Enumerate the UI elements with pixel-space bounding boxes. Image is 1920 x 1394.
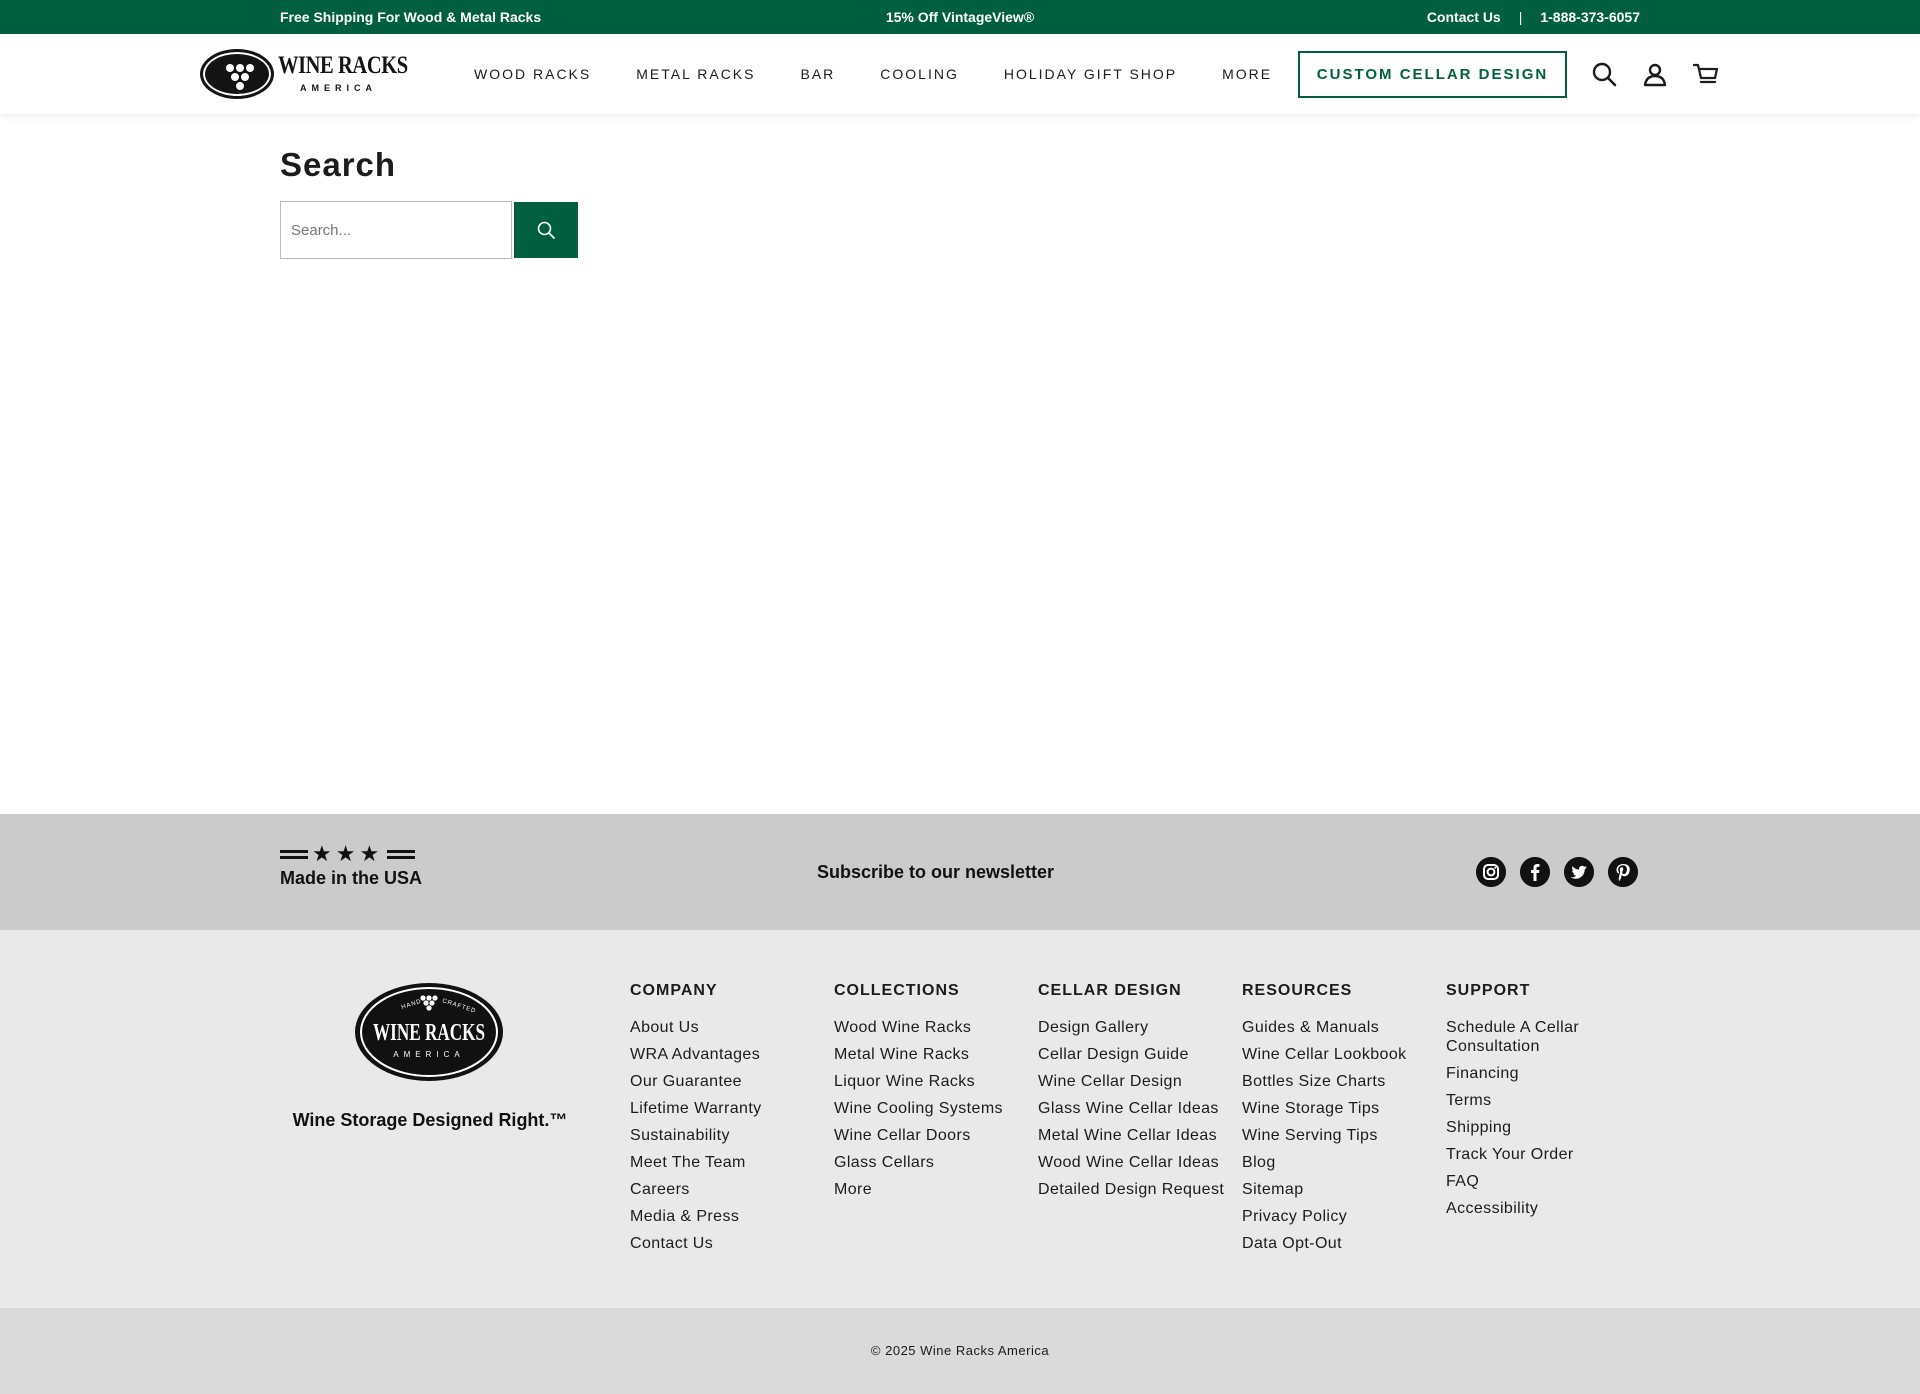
footer-link-financing[interactable]: Financing (1446, 1064, 1646, 1083)
page-title: Search (280, 146, 397, 183)
footer-link-meet-the-team[interactable]: Meet The Team (630, 1153, 830, 1172)
footer-link-cellar-design-guide[interactable]: Cellar Design Guide (1038, 1045, 1238, 1064)
usa-bars-right (387, 847, 416, 862)
footer-link-wra-advantages[interactable]: WRA Advantages (630, 1045, 830, 1064)
logo-wordmark: WINE RACKS (278, 52, 408, 79)
phone-link[interactable]: 1-888-373-6057 (1540, 9, 1640, 25)
nav-item-wood-racks[interactable]: WOOD RACKS (474, 66, 591, 82)
made-in-usa-text: Made in the USA (280, 868, 423, 888)
footer-column-support: SUPPORT Schedule A Cellar Consultation F… (1446, 982, 1646, 1226)
footer-link-design-gallery[interactable]: Design Gallery (1038, 1018, 1238, 1037)
footer-link-sitemap[interactable]: Sitemap (1242, 1180, 1442, 1199)
footer-column-title: SUPPORT (1446, 982, 1531, 999)
footer-link-terms[interactable]: Terms (1446, 1091, 1646, 1110)
footer-link-wine-cooling-systems[interactable]: Wine Cooling Systems (834, 1099, 1034, 1118)
search-submit-button[interactable] (514, 202, 578, 258)
footer-link-privacy-policy[interactable]: Privacy Policy (1242, 1207, 1442, 1226)
footer-link-metal-wine-racks[interactable]: Metal Wine Racks (834, 1045, 1034, 1064)
cart-icon[interactable] (1693, 61, 1719, 87)
copyright-text: © 2025 Wine Racks America (870, 1343, 1050, 1358)
footer-logo-subtitle: AMERICA (393, 1050, 464, 1059)
footer-link-contact-us[interactable]: Contact Us (630, 1234, 830, 1253)
footer-column-title: CELLAR DESIGN (1038, 982, 1182, 999)
nav-item-bar[interactable]: BAR (800, 66, 835, 82)
usa-stars: ★★★ (312, 841, 384, 866)
footer-link-wine-cellar-doors[interactable]: Wine Cellar Doors (834, 1126, 1034, 1145)
topbar-contact-group: Contact Us | 1-888-373-6057 (1427, 9, 1640, 25)
footer-link-blog[interactable]: Blog (1242, 1153, 1442, 1172)
site-footer: HAND CRAFTED WINE RACKS AMERICA Wine Sto… (0, 930, 1920, 1308)
logo-badge (200, 49, 274, 99)
footer-link-wine-storage-tips[interactable]: Wine Storage Tips (1242, 1099, 1442, 1118)
usa-stars-mark: ★★★ (280, 841, 420, 866)
footer-link-careers[interactable]: Careers (630, 1180, 830, 1199)
search-input[interactable] (280, 201, 512, 259)
announcement-bar: Free Shipping For Wood & Metal Racks 15%… (0, 0, 1920, 34)
footer-link-wood-wine-cellar-ideas[interactable]: Wood Wine Cellar Ideas (1038, 1153, 1238, 1172)
topbar-separator: | (1518, 9, 1523, 25)
usa-bars-left (280, 847, 308, 862)
search-icon[interactable] (1591, 61, 1617, 87)
footer-link-glass-cellars[interactable]: Glass Cellars (834, 1153, 1034, 1172)
footer-link-accessibility[interactable]: Accessibility (1446, 1199, 1646, 1218)
footer-link-track-your-order[interactable]: Track Your Order (1446, 1145, 1646, 1164)
footer-link-lifetime-warranty[interactable]: Lifetime Warranty (630, 1099, 830, 1118)
footer-link-wine-serving-tips[interactable]: Wine Serving Tips (1242, 1126, 1442, 1145)
footer-link-detailed-design-request[interactable]: Detailed Design Request (1038, 1180, 1238, 1199)
footer-link-sustainability[interactable]: Sustainability (630, 1126, 830, 1145)
nav-item-holiday-gift-shop[interactable]: HOLIDAY GIFT SHOP (1004, 66, 1177, 82)
footer-link-glass-wine-cellar-ideas[interactable]: Glass Wine Cellar Ideas (1038, 1099, 1238, 1118)
grapes-icon (226, 64, 254, 90)
facebook-icon[interactable] (1520, 857, 1550, 887)
footer-link-wood-wine-racks[interactable]: Wood Wine Racks (834, 1018, 1034, 1037)
footer-column-title: RESOURCES (1242, 982, 1353, 999)
footer-link-guides-manuals[interactable]: Guides & Manuals (1242, 1018, 1442, 1037)
footer-link-faq[interactable]: FAQ (1446, 1172, 1646, 1191)
footer-column-title: COLLECTIONS (834, 982, 960, 999)
footer-logo[interactable]: HAND CRAFTED WINE RACKS AMERICA (354, 982, 504, 1082)
footer-column-company: COMPANY About Us WRA Advantages Our Guar… (630, 982, 830, 1261)
footer-logo-wordmark: WINE RACKS (373, 1020, 485, 1046)
instagram-icon[interactable] (1476, 857, 1506, 887)
footer-link-wine-cellar-design[interactable]: Wine Cellar Design (1038, 1072, 1238, 1091)
footer-link-metal-wine-cellar-ideas[interactable]: Metal Wine Cellar Ideas (1038, 1126, 1238, 1145)
footer-tagline: Wine Storage Designed Right.™ (292, 1110, 568, 1130)
newsletter-band: ★★★ Made in the USA Subscribe to our new… (0, 814, 1920, 930)
logo-subtitle: AMERICA (300, 83, 377, 93)
contact-us-link[interactable]: Contact Us (1427, 9, 1501, 25)
social-links (1476, 857, 1638, 887)
footer-link-more[interactable]: More (834, 1180, 1034, 1199)
footer-column-title: COMPANY (630, 982, 718, 999)
nav-item-metal-racks[interactable]: METAL RACKS (636, 66, 755, 82)
nav-item-more[interactable]: MORE (1222, 66, 1272, 82)
footer-link-our-guarantee[interactable]: Our Guarantee (630, 1072, 830, 1091)
nav-item-cooling[interactable]: COOLING (880, 66, 959, 82)
site-header: WINE RACKS AMERICA WOOD RACKS METAL RACK… (0, 34, 1920, 114)
footer-link-media-press[interactable]: Media & Press (630, 1207, 830, 1226)
footer-link-schedule-consultation[interactable]: Schedule A Cellar Consultation (1446, 1018, 1596, 1056)
custom-cellar-design-button[interactable]: CUSTOM CELLAR DESIGN (1298, 51, 1567, 98)
made-in-usa-badge: ★★★ Made in the USA (280, 841, 423, 889)
newsletter-link[interactable]: Subscribe to our newsletter (817, 862, 1054, 883)
footer-column-cellar-design: CELLAR DESIGN Design Gallery Cellar Desi… (1038, 982, 1238, 1207)
site-logo[interactable]: WINE RACKS AMERICA (200, 48, 408, 100)
search-icon (537, 221, 555, 239)
twitter-icon[interactable] (1564, 857, 1594, 887)
footer-link-wine-cellar-lookbook[interactable]: Wine Cellar Lookbook (1242, 1045, 1442, 1064)
footer-link-liquor-wine-racks[interactable]: Liquor Wine Racks (834, 1072, 1034, 1091)
footer-link-about-us[interactable]: About Us (630, 1018, 830, 1037)
main-nav: WOOD RACKS METAL RACKS BAR COOLING HOLID… (474, 34, 1317, 114)
footer-bottom-bar: © 2025 Wine Racks America (0, 1308, 1920, 1394)
footer-link-bottles-size-charts[interactable]: Bottles Size Charts (1242, 1072, 1442, 1091)
footer-link-data-opt-out[interactable]: Data Opt-Out (1242, 1234, 1442, 1253)
footer-column-collections: COLLECTIONS Wood Wine Racks Metal Wine R… (834, 982, 1034, 1207)
account-icon[interactable] (1642, 61, 1668, 87)
footer-column-resources: RESOURCES Guides & Manuals Wine Cellar L… (1242, 982, 1442, 1261)
footer-link-shipping[interactable]: Shipping (1446, 1118, 1646, 1137)
pinterest-icon[interactable] (1608, 857, 1638, 887)
